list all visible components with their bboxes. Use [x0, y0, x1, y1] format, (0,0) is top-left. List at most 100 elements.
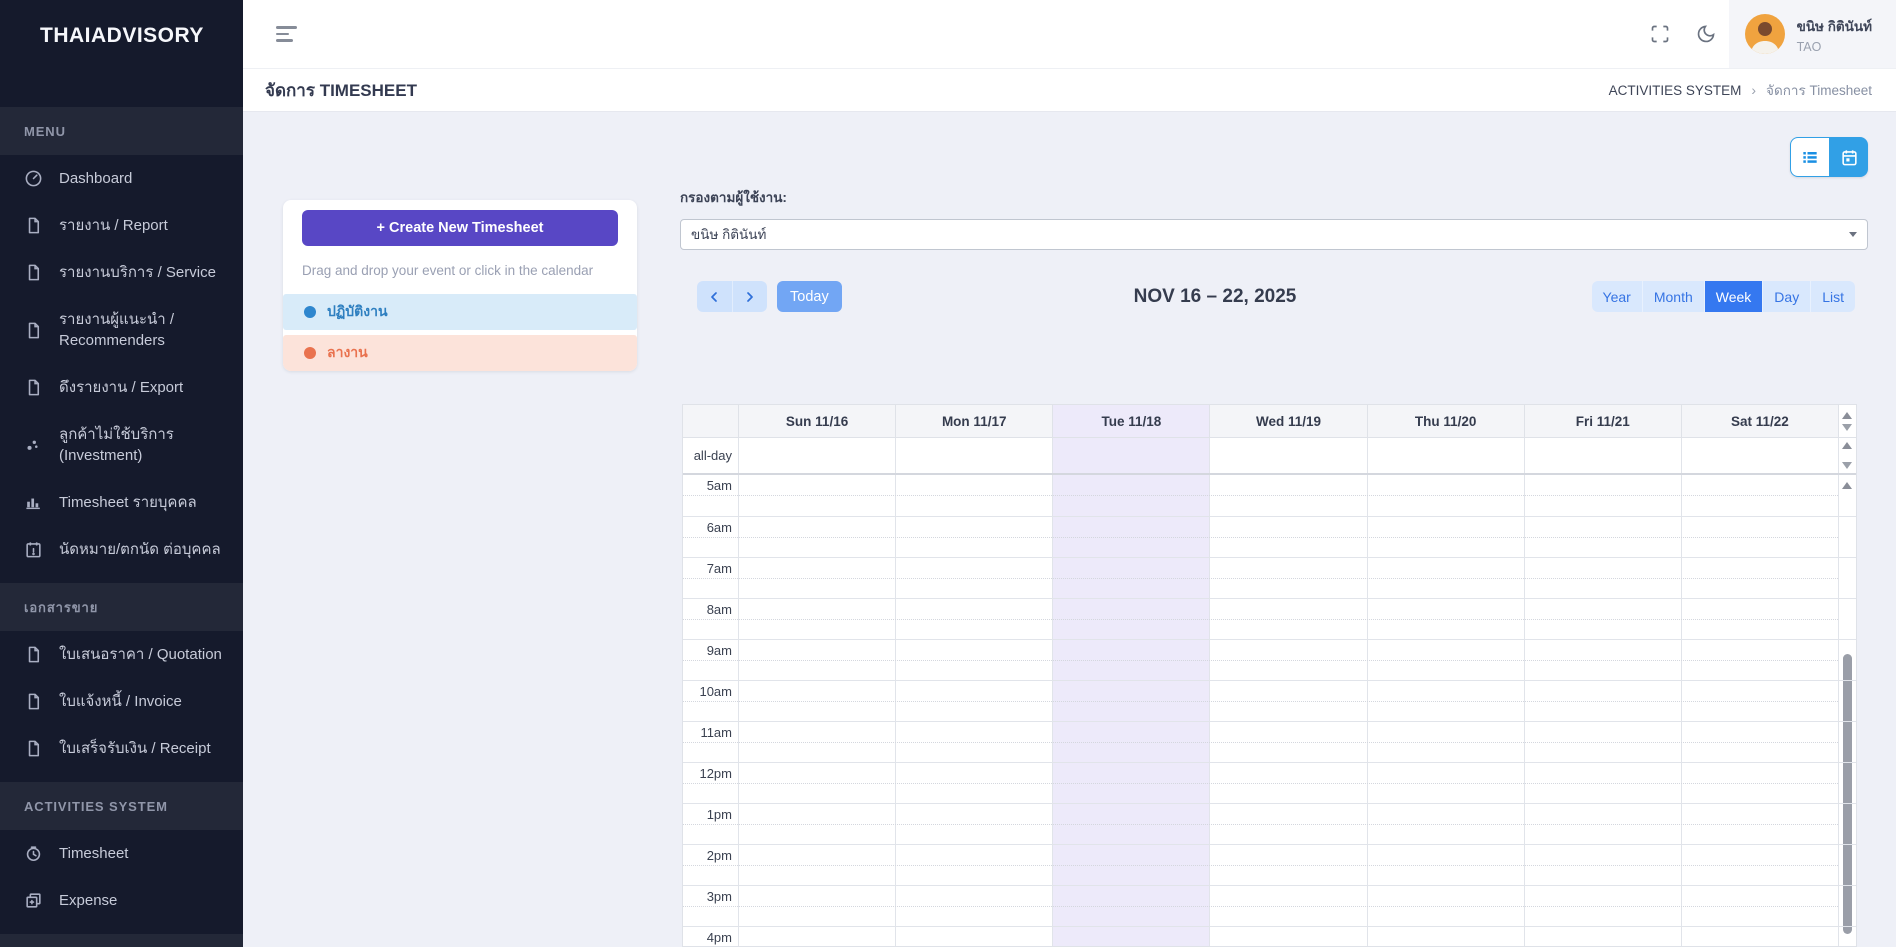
time-slot[interactable]	[895, 599, 1052, 639]
time-slot[interactable]	[895, 558, 1052, 598]
time-slot[interactable]	[1524, 681, 1681, 721]
time-slot[interactable]	[1367, 640, 1524, 680]
time-slot[interactable]	[738, 763, 895, 803]
time-slot[interactable]	[1367, 681, 1524, 721]
sidebar-item-receipt[interactable]: ใบเสร็จรับเงิน / Receipt	[0, 725, 243, 772]
time-slot[interactable]	[738, 517, 895, 557]
time-slot[interactable]	[1524, 722, 1681, 762]
time-slot[interactable]	[1681, 599, 1838, 639]
time-slot[interactable]	[738, 475, 895, 516]
user-menu[interactable]: ขนิษ กิตินันท์ TAO	[1729, 0, 1896, 68]
time-slot[interactable]	[1367, 475, 1524, 516]
time-slot[interactable]	[1052, 927, 1209, 946]
time-slot[interactable]	[1681, 927, 1838, 946]
time-slot[interactable]	[895, 763, 1052, 803]
time-slot[interactable]	[738, 681, 895, 721]
view-month-button[interactable]: Month	[1642, 281, 1704, 312]
draggable-event-leave[interactable]: ลางาน	[283, 335, 637, 371]
time-slot[interactable]	[1681, 558, 1838, 598]
time-slot[interactable]	[1681, 804, 1838, 844]
time-slot[interactable]	[1052, 517, 1209, 557]
time-slot[interactable]	[1367, 599, 1524, 639]
time-slot[interactable]	[738, 722, 895, 762]
time-slot[interactable]	[1052, 640, 1209, 680]
time-slot[interactable]	[1209, 475, 1366, 516]
all-day-slot[interactable]	[1367, 438, 1524, 473]
time-slot[interactable]	[738, 558, 895, 598]
time-slot[interactable]	[895, 927, 1052, 946]
time-slot[interactable]	[1524, 558, 1681, 598]
time-slot[interactable]	[1367, 763, 1524, 803]
header-scrollbar[interactable]	[1838, 405, 1856, 437]
time-slot[interactable]	[1681, 640, 1838, 680]
time-slot[interactable]	[1367, 517, 1524, 557]
time-slot[interactable]	[895, 640, 1052, 680]
all-day-slot[interactable]	[895, 438, 1052, 473]
sidebar-item-invoice[interactable]: ใบแจ้งหนี้ / Invoice	[0, 678, 243, 725]
next-button[interactable]	[733, 281, 768, 312]
time-slot[interactable]	[1209, 763, 1366, 803]
breadcrumb-parent[interactable]: ACTIVITIES SYSTEM	[1609, 83, 1742, 98]
time-slot[interactable]	[895, 845, 1052, 885]
time-slot[interactable]	[1367, 886, 1524, 926]
time-slot[interactable]	[1524, 517, 1681, 557]
time-slot[interactable]	[1052, 681, 1209, 721]
view-day-button[interactable]: Day	[1762, 281, 1810, 312]
sidebar-item-timesheet[interactable]: Timesheet	[0, 830, 243, 877]
time-slot[interactable]	[1367, 804, 1524, 844]
sidebar-item-quotation[interactable]: ใบเสนอราคา / Quotation	[0, 631, 243, 678]
time-slot[interactable]	[1681, 517, 1838, 557]
time-slot[interactable]	[1681, 722, 1838, 762]
view-year-button[interactable]: Year	[1592, 281, 1642, 312]
time-slot[interactable]	[1367, 722, 1524, 762]
time-slot[interactable]	[738, 845, 895, 885]
time-slot[interactable]	[1052, 845, 1209, 885]
time-slot[interactable]	[1524, 640, 1681, 680]
time-slot[interactable]	[738, 599, 895, 639]
all-day-slot[interactable]	[1209, 438, 1366, 473]
all-day-slot[interactable]	[738, 438, 895, 473]
time-slot[interactable]	[1052, 475, 1209, 516]
sidebar-item-report[interactable]: รายงาน / Report	[0, 202, 243, 249]
time-slot[interactable]	[1209, 517, 1366, 557]
time-slot[interactable]	[1052, 558, 1209, 598]
time-slot[interactable]	[1052, 599, 1209, 639]
time-slot[interactable]	[1209, 804, 1366, 844]
time-slot[interactable]	[1209, 558, 1366, 598]
all-day-scrollbar[interactable]	[1838, 438, 1856, 473]
time-slot[interactable]	[1681, 886, 1838, 926]
time-slot[interactable]	[895, 475, 1052, 516]
time-slot[interactable]	[1209, 722, 1366, 762]
time-slot[interactable]	[1052, 886, 1209, 926]
time-slot[interactable]	[1524, 845, 1681, 885]
time-slot[interactable]	[738, 886, 895, 926]
sidebar-item-appointments[interactable]: นัดหมาย/ตกนัด ต่อบุคคล	[0, 526, 243, 573]
time-slot[interactable]	[895, 804, 1052, 844]
time-slot[interactable]	[1367, 845, 1524, 885]
sidebar-item-export[interactable]: ดึงรายงาน / Export	[0, 364, 243, 411]
time-slot[interactable]	[1367, 558, 1524, 598]
time-slot[interactable]	[1524, 927, 1681, 946]
prev-button[interactable]	[697, 281, 733, 312]
all-day-slot[interactable]	[1681, 438, 1838, 473]
time-slot[interactable]	[1209, 640, 1366, 680]
sidebar-item-investment[interactable]: ลูกค้าไม่ใช้บริการ (Investment)	[0, 411, 243, 479]
sidebar-item-expense[interactable]: Expense	[0, 877, 243, 924]
sidebar-item-recommenders[interactable]: รายงานผู้แนะนำ / Recommenders	[0, 296, 243, 364]
time-slot[interactable]	[1524, 886, 1681, 926]
time-slot[interactable]	[1209, 845, 1366, 885]
sidebar-item-timesheet-person[interactable]: Timesheet รายบุคคล	[0, 479, 243, 526]
time-slot[interactable]	[895, 517, 1052, 557]
time-slot[interactable]	[1209, 927, 1366, 946]
all-day-slot-today[interactable]	[1052, 438, 1209, 473]
sidebar-item-dashboard[interactable]: Dashboard	[0, 155, 243, 202]
time-slot[interactable]	[1524, 763, 1681, 803]
time-slot[interactable]	[1681, 681, 1838, 721]
time-slot[interactable]	[895, 886, 1052, 926]
create-timesheet-button[interactable]: + Create New Timesheet	[302, 210, 618, 246]
time-slot[interactable]	[1209, 886, 1366, 926]
fullscreen-button[interactable]	[1637, 11, 1683, 57]
time-slot[interactable]	[1681, 475, 1838, 516]
time-slot[interactable]	[738, 640, 895, 680]
time-slot[interactable]	[1524, 804, 1681, 844]
